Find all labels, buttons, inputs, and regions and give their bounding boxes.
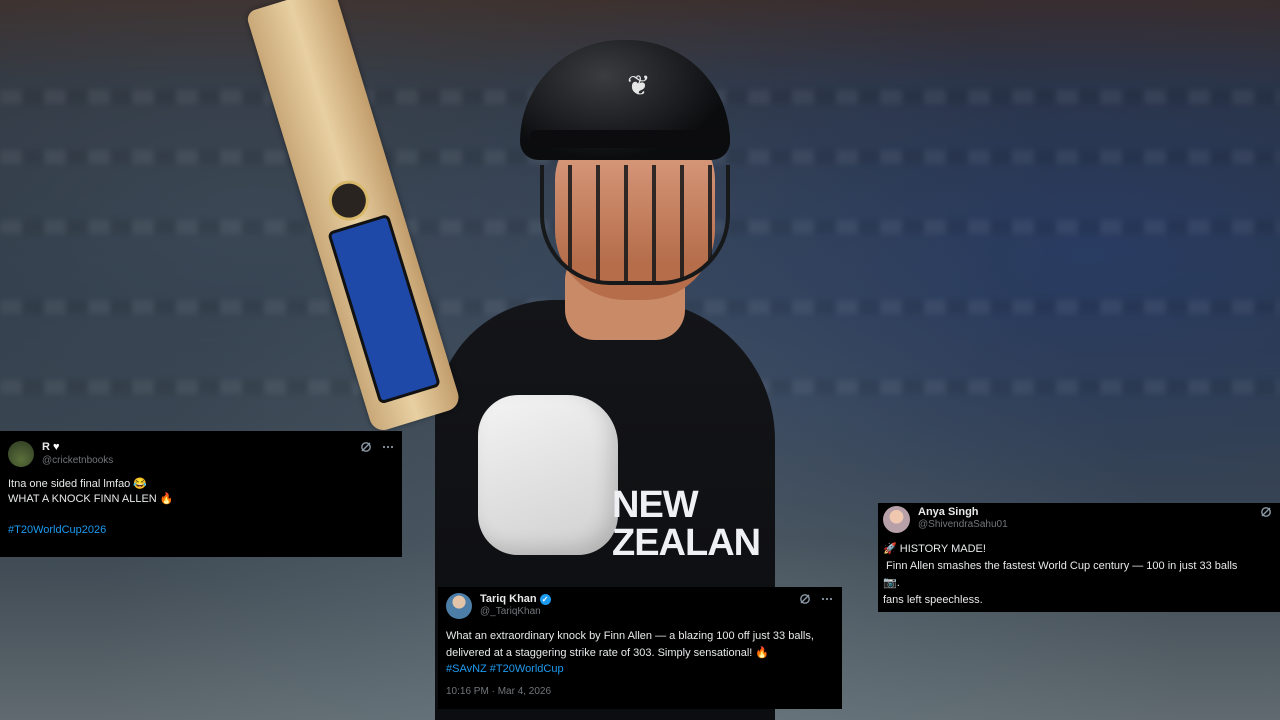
bat-logo	[323, 175, 374, 226]
grok-icon[interactable]	[799, 593, 811, 605]
verified-badge-icon: ✓	[539, 593, 551, 605]
tweet-actions	[799, 593, 833, 605]
hashtag-link[interactable]: #SAvNZ #T20WorldCup	[446, 661, 833, 678]
cricket-bat	[245, 0, 462, 434]
helmet-grille	[540, 165, 730, 285]
tweet-text: What an extraordinary knock by Finn Alle…	[446, 628, 833, 678]
grok-icon[interactable]	[360, 441, 372, 453]
tweet-card[interactable]: R ♥ @cricketnbooks Itna one sided final …	[0, 431, 402, 557]
author-name[interactable]: Anya Singh	[918, 506, 1008, 518]
helmet-brim	[530, 130, 730, 148]
tweet-card[interactable]: Tariq Khan ✓ @_TariqKhan What an extraor…	[438, 587, 842, 709]
tweet-line: 📷.	[883, 577, 900, 590]
author-handle[interactable]: @ShivendraSahu01	[918, 519, 1008, 530]
tweet-card[interactable]: Anya Singh @ShivendraSahu01 🚀 HISTORY MA…	[878, 503, 1280, 612]
silver-fern-icon: ❦	[627, 70, 651, 101]
author-block: R ♥ @cricketnbooks	[42, 441, 113, 466]
author-name-text: Anya Singh	[918, 506, 979, 518]
tweet-line: 🚀 HISTORY MADE!	[883, 543, 986, 555]
tweet-line: WHAT A KNOCK FINN ALLEN 🔥	[8, 493, 174, 506]
more-icon[interactable]	[382, 441, 394, 453]
bat-sticker	[327, 213, 442, 405]
tweet-timestamp[interactable]: 10:16 PM · Mar 4, 2026	[446, 686, 833, 697]
hashtag-link[interactable]: #T20WorldCup2026	[8, 523, 394, 538]
tweet-header: Anya Singh @ShivendraSahu01	[883, 506, 1272, 533]
avatar[interactable]	[883, 506, 910, 533]
author-handle[interactable]: @_TariqKhan	[480, 606, 551, 617]
tweet-actions	[1260, 506, 1272, 518]
author-name[interactable]: R ♥	[42, 441, 113, 453]
grok-icon[interactable]	[1260, 506, 1272, 518]
author-handle[interactable]: @cricketnbooks	[42, 455, 113, 466]
avatar[interactable]	[8, 441, 34, 467]
more-icon[interactable]	[821, 593, 833, 605]
jersey-text: NEW ZEALAN	[612, 484, 761, 564]
tweet-actions	[360, 441, 394, 453]
tweet-header: R ♥ @cricketnbooks	[8, 441, 394, 467]
author-block: Anya Singh @ShivendraSahu01	[918, 506, 1008, 530]
batting-glove	[478, 395, 618, 555]
author-name[interactable]: Tariq Khan ✓	[480, 593, 551, 605]
author-name-text: R	[42, 441, 50, 453]
tweet-text: Itna one sided final lmfao 😂 WHAT A KNOCK…	[8, 477, 394, 538]
author-name-text: Tariq Khan	[480, 593, 537, 605]
tweet-header: Tariq Khan ✓ @_TariqKhan	[446, 593, 833, 619]
tweet-text: 🚀 HISTORY MADE! Finn Allen smashes the f…	[883, 541, 1272, 609]
avatar[interactable]	[446, 593, 472, 619]
heart-icon: ♥	[52, 441, 60, 453]
author-block: Tariq Khan ✓ @_TariqKhan	[480, 593, 551, 617]
tweet-body: What an extraordinary knock by Finn Alle…	[446, 630, 814, 659]
tweet-line: Itna one sided final lmfao 😂	[8, 478, 148, 490]
tweet-line: Finn Allen smashes the fastest World Cup…	[883, 560, 1238, 573]
tweet-line: fans left speechless.	[883, 594, 983, 607]
